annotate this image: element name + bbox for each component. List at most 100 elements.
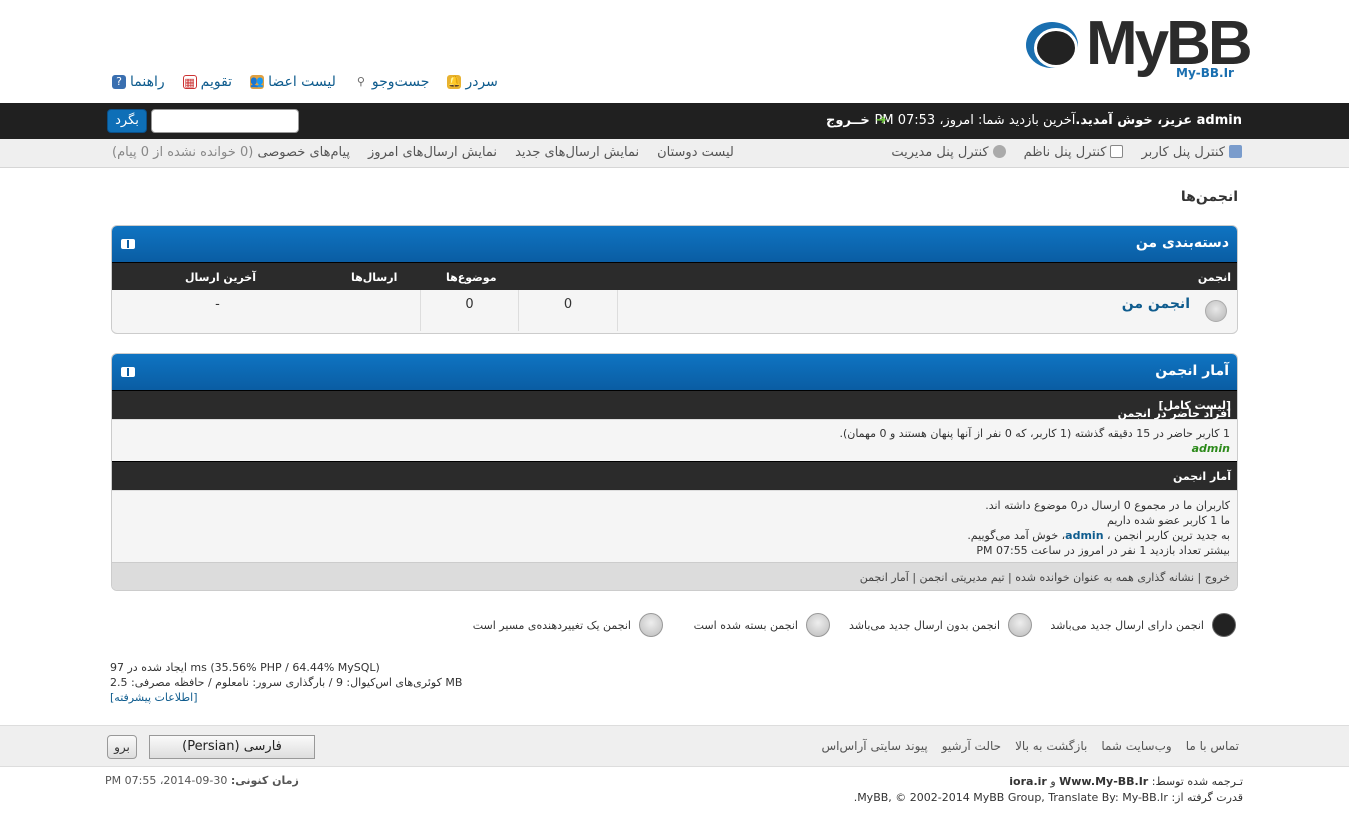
nav-members-label: لیست اعضا xyxy=(268,74,336,90)
nav-portal-label: سردر xyxy=(465,74,498,90)
legend-redirect-label: انجمن یک تغییردهنده‌ی مسیر است xyxy=(472,618,631,632)
welcome-user[interactable]: admin xyxy=(1197,113,1242,128)
calendar-icon: ▦ xyxy=(182,75,197,89)
contact-link[interactable]: تماس با ما xyxy=(1186,739,1239,753)
col-threads: موضوع‌ها xyxy=(446,271,497,284)
stats-title: آمار انجمن xyxy=(1155,363,1229,379)
powered-text[interactable]: MyBB, © 2002-2014 MyBB Group, Translate … xyxy=(854,791,1168,804)
category-columns: انجمن موضوع‌ها ارسال‌ها آخرین ارسال xyxy=(112,262,1237,290)
nav-members[interactable]: 👥 لیست اعضا xyxy=(250,74,336,90)
online-header: افراد حاضر در انجمن [لیست کامل] xyxy=(112,390,1237,420)
advanced-details-link[interactable]: [اطلاعات پیشرفته] xyxy=(110,691,197,704)
collapse-icon[interactable] xyxy=(121,367,135,377)
quick-search-input[interactable] xyxy=(151,109,299,133)
mod-cp-label: کنترل پنل ناظم xyxy=(1023,145,1107,160)
mybb-logo[interactable]: MyBB My-BB.Ir xyxy=(1024,9,1253,86)
page-title: انجمن‌ها xyxy=(1180,189,1238,205)
admin-cp-label: کنترل پنل مدیریت xyxy=(891,145,989,160)
pm-label: پیام‌های خصوصی xyxy=(257,145,351,160)
copyright: تـرجمه شده توسط: Www.My-BB.Ir و iora.ir … xyxy=(854,774,1243,806)
nav-search-label: جست‌وجو xyxy=(371,74,430,90)
help-icon: ? xyxy=(112,75,126,89)
stats-subheader-label: آمار انجمن xyxy=(1173,470,1231,483)
debug-info: ایجاد شده در 97 ms (35.56% PHP / 64.44% … xyxy=(110,660,462,705)
current-time: زمان کنونی: 30-09-2014، 07:55 PM xyxy=(105,774,299,787)
stats-footer-links[interactable]: خروج | نشانه گذاری همه به عنوان خوانده ش… xyxy=(112,562,1237,590)
forum-old-icon xyxy=(1008,613,1032,637)
archive-link[interactable]: حالت آرشیو xyxy=(942,739,1001,753)
mod-cp-link[interactable]: کنترل پنل ناظم xyxy=(1024,145,1124,160)
online-text: 1 کاربر حاضر در 15 دقیقه گذشته (1 کاربر،… xyxy=(839,427,1230,440)
stats-line-members: ما 1 کاربر عضو شده داریم xyxy=(1107,514,1230,527)
debug-queries: کوئری‌های اس‌کیوال: 9 / بارگذاری سرور: ن… xyxy=(110,676,463,689)
today-posts-label: نمایش ارسال‌های امروز xyxy=(368,145,498,160)
legend-old-label: انجمن بدون ارسال جدید می‌باشد xyxy=(849,618,1000,632)
legend-locked: انجمن بسته شده است xyxy=(694,613,830,637)
footer-links: تماس با ما وب‌سایت شما بازگشت به بالا حا… xyxy=(822,739,1239,753)
powered-label: قدرت گرفته از: xyxy=(1171,791,1243,804)
logo-subtext: My-BB.Ir xyxy=(1176,66,1234,80)
user-cp-label: کنترل پنل کاربر xyxy=(1141,145,1225,160)
category-header: دسته‌بندی من xyxy=(112,226,1237,262)
logout-label: خــروج xyxy=(826,113,870,128)
welcome-greeting: عزیز، خوش آمدید. xyxy=(1075,113,1197,128)
search-icon: ⚲ xyxy=(356,75,365,88)
translated-and: و xyxy=(1050,775,1056,788)
nav-calendar-label: تقویم xyxy=(200,74,233,90)
time-value: 30-09-2014، 07:55 PM xyxy=(105,774,228,787)
stats-subheader: آمار انجمن xyxy=(112,461,1237,490)
bell-icon: 🔔 xyxy=(447,75,462,89)
user-cp-icon xyxy=(1229,145,1242,158)
language-select[interactable]: فارسی (Persian) xyxy=(149,735,315,759)
online-row: 1 کاربر حاضر در 15 دقیقه گذشته (1 کاربر،… xyxy=(112,419,1237,461)
legend-new: انجمن دارای ارسال جدید می‌باشد xyxy=(1050,613,1236,637)
language-go-button[interactable]: برو xyxy=(107,735,137,759)
welcome-text: admin عزیز، خوش آمدید.آخرین بازدید شما: … xyxy=(875,113,1242,128)
admin-cp-link[interactable]: کنترل پنل مدیریت xyxy=(891,145,1006,160)
forum-name-link[interactable]: انجمن من xyxy=(1122,296,1190,312)
mod-cp-icon xyxy=(1110,145,1124,158)
footer-bar: تماس با ما وب‌سایت شما بازگشت به بالا حا… xyxy=(0,725,1349,767)
logout-link[interactable]: ➜ خــروج xyxy=(826,113,887,128)
buddy-list-link[interactable]: لیست دوستان xyxy=(657,145,734,160)
newest-pre: به جدید ترین کاربر انجمن ، xyxy=(1107,529,1230,542)
translator-link-2[interactable]: iora.ir xyxy=(1009,775,1047,788)
col-forum: انجمن xyxy=(1197,271,1231,284)
legend-new-label: انجمن دارای ارسال جدید می‌باشد xyxy=(1050,618,1204,632)
forum-locked-icon xyxy=(806,613,830,637)
nav-search[interactable]: ⚲ جست‌وجو xyxy=(354,74,430,90)
nav-help[interactable]: ? راهنما xyxy=(112,74,165,90)
online-user-link[interactable]: admin xyxy=(1192,442,1230,455)
last-visit: آخرین بازدید شما: امروز، 07:53 PM xyxy=(874,113,1076,128)
logout-arrow-icon: ➜ xyxy=(875,113,887,128)
private-messages-link[interactable]: پیام‌های خصوصی (0 خوانده نشده از 0 پیام) xyxy=(112,145,350,160)
nav-portal[interactable]: 🔔 سردر xyxy=(447,74,498,90)
website-link[interactable]: وب‌سایت شما xyxy=(1101,739,1171,753)
today-posts-link[interactable]: نمایش ارسال‌های امروز xyxy=(368,145,497,160)
new-posts-link[interactable]: نمایش ارسال‌های جدید xyxy=(515,145,639,160)
category-title[interactable]: دسته‌بندی من xyxy=(1136,235,1229,251)
logo-bubble-front-icon xyxy=(1034,28,1078,68)
col-lastpost: آخرین ارسال xyxy=(185,271,256,284)
quick-search-button[interactable]: بگرد xyxy=(107,109,147,133)
newest-post: ، خوش آمد می‌گوییم. xyxy=(967,529,1066,542)
newest-member-link[interactable]: admin xyxy=(1065,529,1103,542)
back-to-top-link[interactable]: بازگشت به بالا xyxy=(1015,739,1087,753)
nav-calendar[interactable]: ▦ تقویم xyxy=(182,74,233,90)
user-links-bar: کنترل پنل کاربر کنترل پنل ناظم کنترل پنل… xyxy=(0,139,1349,168)
user-cp-link[interactable]: کنترل پنل کاربر xyxy=(1141,145,1242,160)
rss-link[interactable]: پیوند سایتی آر‌اس‌اس xyxy=(822,739,928,753)
nav-help-label: راهنما xyxy=(130,74,165,90)
pm-count: (0 خوانده نشده از 0 پیام) xyxy=(112,145,254,160)
translated-label: تـرجمه شده توسط: xyxy=(1151,775,1243,788)
legend-old: انجمن بدون ارسال جدید می‌باشد xyxy=(849,613,1032,637)
stats-line-record: بیشتر تعداد بازدید 1 نفر در امروز در ساع… xyxy=(976,544,1230,557)
translator-link-1[interactable]: Www.My-BB.Ir xyxy=(1059,775,1148,788)
forum-status-icon xyxy=(1205,300,1227,322)
top-navigation: ? راهنما ▦ تقویم 👥 لیست اعضا ⚲ جست‌وجو 🔔 سردر xyxy=(112,74,498,90)
buddy-list-label: لیست دوستان xyxy=(657,145,734,160)
members-icon: 👥 xyxy=(250,75,265,89)
col-posts: ارسال‌ها xyxy=(351,271,398,284)
stats-row: کاربران ما در مجموع 0 ارسال در0 موضوع دا… xyxy=(112,490,1237,562)
collapse-icon[interactable] xyxy=(121,239,135,249)
